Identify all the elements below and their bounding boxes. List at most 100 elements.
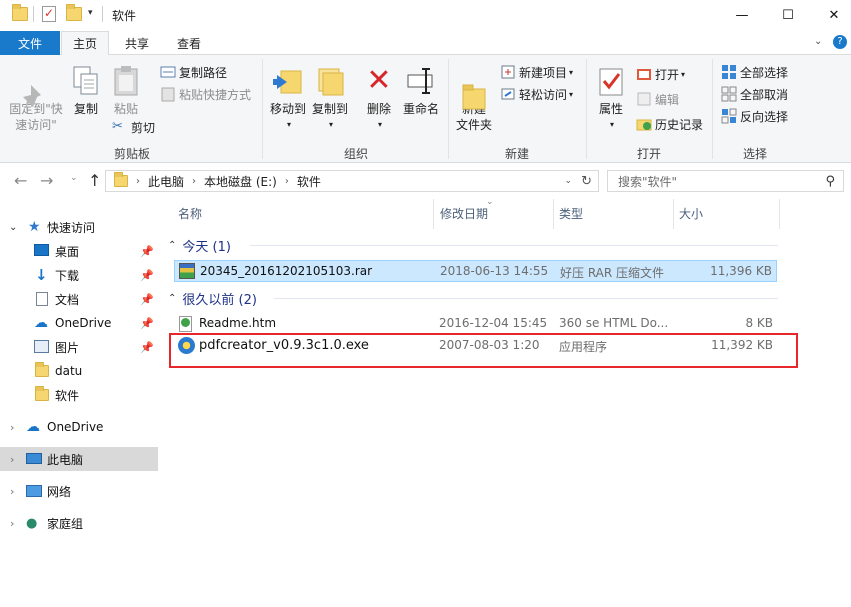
- nav-item-desktop[interactable]: 桌面 📌: [0, 239, 158, 263]
- cut-button[interactable]: ✂ 剪切: [112, 117, 155, 137]
- breadcrumb-drive[interactable]: 本地磁盘 (E:): [204, 173, 277, 190]
- tab-file[interactable]: 文件: [0, 31, 60, 55]
- minimize-button[interactable]: —: [719, 0, 765, 31]
- group-divider: [274, 298, 778, 299]
- forward-arrow-icon[interactable]: →: [40, 171, 53, 190]
- nav-item-pictures[interactable]: 图片 📌: [0, 335, 158, 359]
- move-to-button[interactable]: 移动到 ▾: [268, 65, 308, 133]
- copy-path-button[interactable]: 复制路径: [160, 62, 227, 82]
- new-folder-icon[interactable]: [66, 4, 82, 21]
- select-all-label: 全部选择: [740, 65, 789, 80]
- refresh-icon[interactable]: ↻: [581, 174, 592, 189]
- group-header-long-ago[interactable]: ⌃ 很久以前 (2): [168, 289, 257, 308]
- chevron-right-icon[interactable]: ›: [10, 517, 14, 530]
- group-label: 今天 (1): [182, 240, 231, 255]
- column-divider[interactable]: [553, 199, 554, 229]
- divider: [102, 6, 103, 22]
- edit-button[interactable]: 编辑: [636, 89, 679, 109]
- scissors-icon: ✂: [112, 119, 123, 134]
- new-item-button[interactable]: 新建项目 ▾: [500, 62, 573, 82]
- nav-this-pc[interactable]: › 此电脑: [0, 447, 158, 471]
- nav-item-onedrive-pinned[interactable]: ☁ OneDrive 📌: [0, 311, 158, 335]
- up-arrow-icon[interactable]: ↑: [88, 171, 101, 190]
- nav-quick-access[interactable]: ⌄ ★ 快速访问: [0, 215, 158, 239]
- pin-icon[interactable]: 📌: [140, 245, 154, 258]
- column-divider[interactable]: [433, 199, 434, 229]
- column-header-size[interactable]: 大小: [679, 205, 703, 222]
- invert-selection-button[interactable]: 反向选择: [721, 106, 788, 126]
- highlight-box: [169, 333, 798, 368]
- chevron-down-icon: ▾: [609, 120, 614, 129]
- column-divider[interactable]: [779, 199, 780, 229]
- tab-home[interactable]: 主页: [61, 31, 109, 56]
- nav-item-downloads[interactable]: ↓ 下载 📌: [0, 263, 158, 287]
- nav-label: OneDrive: [55, 316, 112, 330]
- column-divider[interactable]: [673, 199, 674, 229]
- rename-button[interactable]: 重命名: [401, 65, 441, 117]
- organize-group-label: 组织: [344, 147, 369, 161]
- navigation-pane: ⌄ ★ 快速访问 桌面 📌 ↓ 下载 📌 文档 📌 ☁ OneDrive 📌 图…: [0, 199, 162, 607]
- star-icon: ★: [28, 219, 41, 235]
- search-input[interactable]: 搜索"软件": [618, 173, 677, 190]
- cut-label: 剪切: [131, 120, 156, 135]
- file-row[interactable]: Readme.htm 2016-12-04 15:45 360 se HTML …: [174, 313, 777, 335]
- address-bar[interactable]: › 此电脑 › 本地磁盘 (E:) › 软件 ⌄ ↻: [105, 170, 599, 192]
- search-box[interactable]: 搜索"软件" ⚲: [607, 170, 844, 192]
- help-icon[interactable]: ?: [833, 35, 847, 49]
- pin-icon[interactable]: 📌: [140, 293, 154, 306]
- column-header-date[interactable]: 修改日期: [440, 205, 488, 222]
- recent-locations-chevron-icon[interactable]: ⌄: [70, 173, 78, 183]
- pin-icon[interactable]: 📌: [140, 269, 154, 282]
- group-header-today[interactable]: ⌃ 今天 (1): [168, 236, 231, 255]
- history-button[interactable]: 历史记录: [636, 114, 703, 134]
- chevron-down-icon[interactable]: ⌄: [9, 222, 17, 233]
- chevron-down-icon[interactable]: ⌄: [814, 36, 822, 47]
- new-folder-button[interactable]: 新建 文件夹: [452, 65, 496, 133]
- properties-icon[interactable]: ✓: [42, 6, 56, 22]
- select-none-button[interactable]: 全部取消: [721, 84, 788, 104]
- properties-button[interactable]: 属性 ▾: [594, 65, 628, 133]
- close-button[interactable]: ✕: [811, 0, 851, 31]
- search-icon[interactable]: ⚲: [825, 174, 835, 189]
- folder-icon: [12, 4, 28, 21]
- maximize-button[interactable]: ☐: [765, 0, 811, 31]
- nav-onedrive[interactable]: › ☁ OneDrive: [0, 415, 158, 439]
- column-header-name[interactable]: 名称: [178, 205, 202, 222]
- rename-label: 重命名: [402, 102, 439, 116]
- select-all-button[interactable]: 全部选择: [721, 62, 788, 82]
- file-type: 360 se HTML Do...: [559, 316, 669, 330]
- breadcrumb-this-pc[interactable]: 此电脑: [148, 173, 184, 190]
- nav-item-software[interactable]: 软件: [0, 383, 158, 407]
- copy-to-button[interactable]: 复制到 ▾: [310, 65, 350, 133]
- pin-icon[interactable]: 📌: [140, 341, 154, 354]
- nav-homegroup[interactable]: › ● 家庭组: [0, 511, 158, 535]
- nav-item-datu[interactable]: datu: [0, 359, 158, 383]
- chevron-right-icon[interactable]: ›: [10, 485, 14, 498]
- delete-button[interactable]: ✕ 删除 ▾: [364, 65, 394, 133]
- breadcrumb-folder[interactable]: 软件: [297, 173, 321, 190]
- column-header-type[interactable]: 类型: [559, 205, 583, 222]
- chevron-right-icon[interactable]: ›: [10, 421, 14, 434]
- tab-view[interactable]: 查看: [166, 31, 212, 55]
- pin-icon[interactable]: 📌: [140, 317, 154, 330]
- chevron-down-icon[interactable]: ⌄: [564, 176, 572, 186]
- pin-quick-access-button[interactable]: 固定到"快 速访问": [6, 65, 66, 133]
- file-row[interactable]: 20345_20161202105103.rar 2018-06-13 14:5…: [174, 260, 777, 282]
- tab-share[interactable]: 共享: [114, 31, 160, 55]
- download-arrow-icon: ↓: [35, 266, 48, 284]
- collapse-chevron-icon[interactable]: ⌃: [168, 293, 176, 304]
- open-button[interactable]: 打开 ▾: [636, 64, 685, 84]
- clipboard-group-label: 剪贴板: [114, 147, 151, 161]
- collapse-chevron-icon[interactable]: ⌃: [168, 240, 176, 251]
- nav-network[interactable]: › 网络: [0, 479, 158, 503]
- nav-item-documents[interactable]: 文档 📌: [0, 287, 158, 311]
- back-arrow-icon[interactable]: ←: [14, 171, 27, 190]
- paste-button[interactable]: 粘贴: [110, 65, 142, 117]
- easy-access-button[interactable]: 轻松访问 ▾: [500, 84, 573, 104]
- customize-toolbar-icon[interactable]: ▾: [88, 8, 93, 18]
- address-row: ← → ⌄ ↑ › 此电脑 › 本地磁盘 (E:) › 软件 ⌄ ↻ 搜索"软件…: [0, 163, 851, 199]
- nav-label: 软件: [55, 388, 80, 403]
- paste-shortcut-button[interactable]: 粘贴快捷方式: [160, 84, 251, 104]
- chevron-right-icon[interactable]: ›: [10, 453, 14, 466]
- copy-button[interactable]: 复制: [70, 65, 102, 117]
